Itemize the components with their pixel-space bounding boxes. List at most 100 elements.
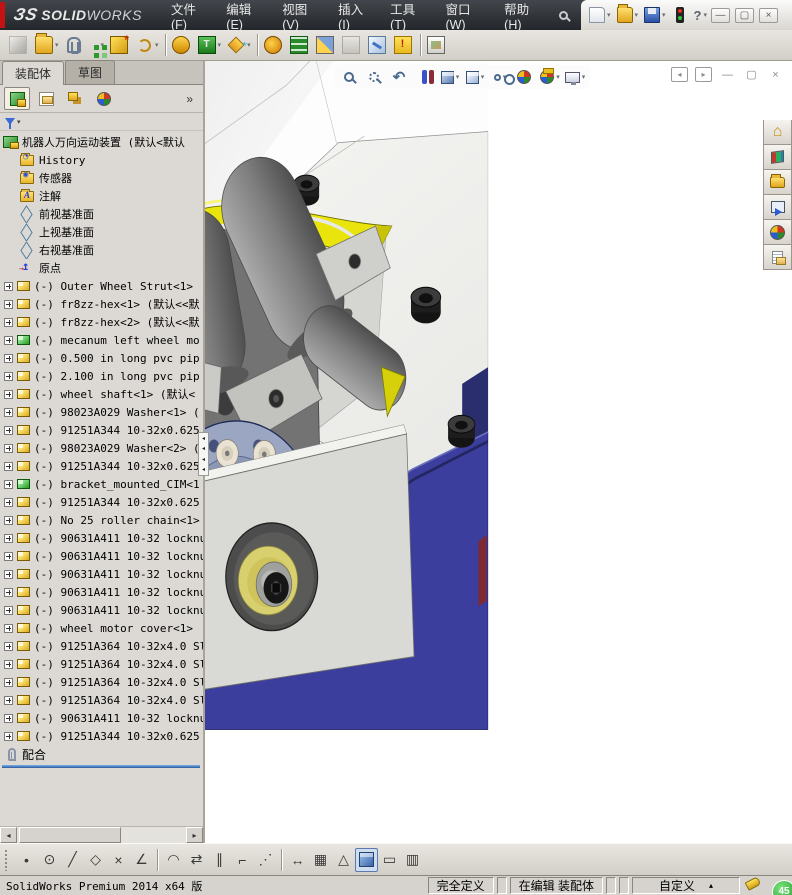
assembly-xpert-button[interactable] — [391, 32, 417, 58]
tree-part-row[interactable]: (-) wheel motor cover<1> — [0, 619, 203, 637]
angle-snap-button[interactable]: ∠ — [130, 848, 153, 872]
expander-icon[interactable] — [4, 461, 13, 471]
3d-viewport[interactable]: X Z Y ▾▾▾▾▾ ◂ ▸ — ▢ × — [205, 61, 792, 843]
help-button[interactable]: ? ▾ — [692, 3, 709, 27]
hex-nut[interactable] — [447, 414, 476, 449]
property-manager-tab-button[interactable] — [33, 87, 59, 110]
length-snap-button[interactable]: ↔ — [286, 848, 309, 872]
configuration-manager-tab-button[interactable] — [62, 87, 88, 110]
expander-icon[interactable] — [4, 605, 13, 615]
expander-icon[interactable] — [4, 659, 13, 669]
expander-icon[interactable] — [4, 497, 13, 507]
expander-icon[interactable] — [4, 515, 13, 525]
restore-button[interactable]: ▢ — [735, 7, 754, 23]
tree-front-plane[interactable]: 前视基准面 — [0, 205, 203, 223]
expander-icon[interactable] — [4, 353, 13, 363]
mate-button[interactable] — [62, 32, 88, 58]
tree-part-row[interactable]: (-) 91251A344 10-32x0.625 — [0, 727, 203, 745]
expander-icon[interactable] — [4, 371, 13, 381]
apply-scene-button[interactable]: ▾ — [538, 66, 562, 88]
tree-history[interactable]: History — [0, 151, 203, 169]
component-pattern-button[interactable]: ▾ — [88, 32, 108, 58]
badge-count[interactable]: 45 — [772, 879, 792, 895]
interference-detection-button[interactable] — [365, 32, 391, 58]
view-orientation-button[interactable]: ▾ — [438, 66, 462, 88]
tree-part-row[interactable]: (-) wheel shaft<1> (默认< — [0, 385, 203, 403]
tree-part-row[interactable]: (-) fr8zz-hex<1> (默认<<默 — [0, 295, 203, 313]
tree-origin[interactable]: 原点 — [0, 259, 203, 277]
tree-sensors[interactable]: 传感器 — [0, 169, 203, 187]
collapse-left-button[interactable]: ◂ — [671, 67, 688, 82]
tree-part-row[interactable]: (-) 90631A411 10-32 locknu — [0, 547, 203, 565]
zoom-to-area-button[interactable] — [363, 66, 387, 88]
expander-icon[interactable] — [4, 281, 13, 291]
expander-icon[interactable] — [4, 479, 13, 489]
smart-fasteners-button[interactable] — [107, 32, 133, 58]
expander-icon[interactable] — [4, 641, 13, 651]
previous-view-button[interactable] — [388, 66, 412, 88]
custom-status[interactable]: 自定义 ▴ — [632, 877, 740, 894]
reference-geometry-button[interactable]: ▾ — [224, 32, 254, 58]
tree-part-row[interactable]: (-) 91251A344 10-32x0.625 — [0, 457, 203, 475]
instant3d-button[interactable] — [424, 32, 450, 58]
explode-line-sketch-button[interactable] — [339, 32, 365, 58]
custom-properties-button[interactable] — [763, 245, 792, 270]
line-snap-button[interactable]: ╱ — [61, 848, 84, 872]
tab-sketch[interactable]: 草图 — [65, 60, 116, 84]
minimize-button[interactable]: — — [711, 7, 730, 23]
expander-icon[interactable] — [4, 335, 13, 345]
edit-component-button[interactable] — [6, 32, 32, 58]
motor-cover-plate[interactable] — [205, 424, 415, 703]
zoom-to-fit-button[interactable] — [338, 66, 362, 88]
expander-icon[interactable] — [4, 695, 13, 705]
expander-icon[interactable] — [4, 389, 13, 399]
hub[interactable] — [225, 522, 319, 632]
tree-filter[interactable]: ▾ — [0, 113, 203, 131]
tree-top-plane[interactable]: 上视基准面 — [0, 223, 203, 241]
feature-tree-tab-button[interactable] — [4, 87, 30, 110]
menu-help[interactable]: 帮助(H) — [493, 0, 549, 32]
tree-part-row[interactable]: (-) 0.500 in long pvc pip — [0, 349, 203, 367]
tree-part-row[interactable]: (-) 90631A411 10-32 locknu — [0, 583, 203, 601]
menu-window[interactable]: 窗口(W) — [434, 0, 493, 32]
open-document-button[interactable]: ▾ — [615, 3, 641, 27]
expander-icon[interactable] — [4, 443, 13, 453]
assembly-features-button[interactable]: ▾ — [195, 32, 225, 58]
expander-icon[interactable] — [4, 731, 13, 741]
scroll-left-button[interactable]: ◂ — [0, 827, 17, 843]
split-table-button[interactable]: ▥ — [401, 848, 424, 872]
new-motion-study-button[interactable] — [261, 32, 287, 58]
spline-snap-button[interactable]: ⋰ — [254, 848, 277, 872]
expander-icon[interactable] — [4, 299, 13, 309]
expander-icon[interactable] — [4, 317, 13, 327]
tree-part-row[interactable]: (-) 90631A411 10-32 locknu — [0, 529, 203, 547]
expander-icon[interactable] — [4, 569, 13, 579]
more-tabs-button[interactable]: » — [186, 92, 199, 106]
panel-splitter-handle[interactable]: ◂ ◂ ◂ ◂ — [198, 432, 209, 476]
expander-icon[interactable] — [4, 551, 13, 561]
rollback-bar[interactable] — [2, 765, 200, 768]
collapse-right-button[interactable]: ▸ — [695, 67, 712, 82]
angular-snap-button[interactable]: △ — [332, 848, 355, 872]
display-manager-tab-button[interactable] — [91, 87, 117, 110]
menu-insert[interactable]: 插入(I) — [327, 0, 379, 32]
close-button[interactable]: × — [759, 7, 778, 23]
tangent-snap-button[interactable]: ◠ — [162, 848, 185, 872]
section-view-button[interactable] — [413, 66, 437, 88]
tree-part-row[interactable]: (-) Outer Wheel Strut<1> — [0, 277, 203, 295]
doc-close-button[interactable]: × — [767, 67, 784, 82]
tree-part-row[interactable]: (-) 91251A364 10-32x4.0 Sl — [0, 637, 203, 655]
tree-part-row[interactable]: (-) mecanum left wheel mo — [0, 331, 203, 349]
tree-part-row[interactable]: (-) 98023A029 Washer<1> ( — [0, 403, 203, 421]
view-settings-button[interactable]: ▾ — [563, 66, 587, 88]
center-snap-button[interactable]: ⊙ — [38, 848, 61, 872]
scroll-right-button[interactable]: ▸ — [186, 827, 203, 843]
rotate-component-button[interactable]: ▾ — [133, 32, 162, 58]
tree-mates[interactable]: 配合 — [0, 745, 203, 763]
view-palette-button[interactable] — [763, 195, 792, 220]
toolbar-grip[interactable] — [4, 848, 9, 871]
tree-part-row[interactable]: (-) 91251A364 10-32x4.0 Sl — [0, 691, 203, 709]
insert-components-button[interactable]: ▾ — [32, 32, 62, 58]
tree-root-assembly[interactable]: 机器人万向运动装置 (默认<默认 — [0, 133, 203, 151]
tree-annotations[interactable]: 注解 — [0, 187, 203, 205]
